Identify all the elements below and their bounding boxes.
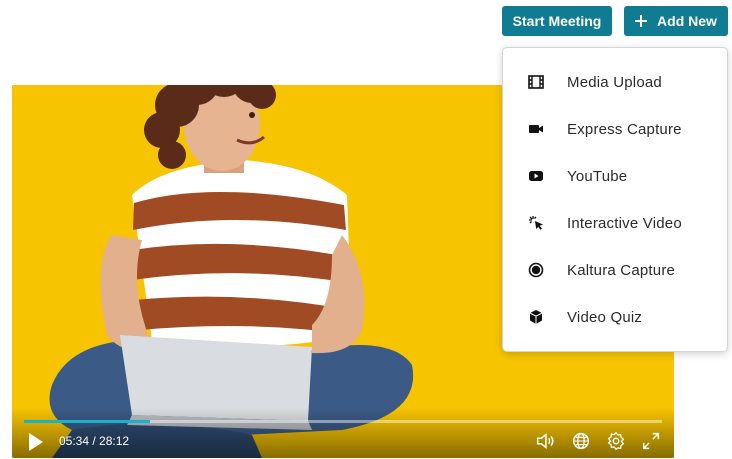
add-new-label: Add New (657, 13, 717, 29)
start-meeting-label: Start Meeting (512, 13, 602, 29)
video-camera-icon (529, 125, 543, 133)
add-new-button[interactable]: Add New (624, 6, 728, 36)
film-icon (528, 75, 544, 89)
progress-bar[interactable] (24, 420, 662, 423)
menu-item-label: Kaltura Capture (567, 261, 676, 279)
menu-item-youtube[interactable]: YouTube (503, 153, 727, 199)
language-icon[interactable] (570, 430, 592, 452)
menu-item-label: Video Quiz (567, 308, 643, 326)
menu-item-kaltura-capture[interactable]: Kaltura Capture (503, 247, 727, 293)
menu-item-label: Media Upload (567, 73, 662, 91)
cursor-click-icon (529, 216, 543, 230)
play-icon[interactable] (29, 433, 43, 451)
start-meeting-button[interactable]: Start Meeting (502, 6, 612, 36)
progress-fill (24, 420, 151, 423)
youtube-icon (529, 171, 543, 181)
record-circle-icon (528, 262, 544, 278)
plus-icon (635, 15, 648, 27)
time-display: 05:34 / 28:12 (59, 434, 130, 448)
menu-item-video-quiz[interactable]: Video Quiz (503, 294, 727, 340)
menu-item-label: Interactive Video (567, 214, 682, 232)
volume-icon[interactable] (534, 430, 556, 452)
menu-item-label: YouTube (567, 167, 628, 185)
menu-item-media-upload[interactable]: Media Upload (503, 59, 727, 105)
menu-item-express-capture[interactable]: Express Capture (503, 106, 727, 152)
menu-item-interactive-video[interactable]: Interactive Video (503, 200, 727, 246)
cube-icon (529, 310, 543, 324)
fullscreen-icon[interactable] (640, 430, 662, 452)
menu-item-label: Express Capture (567, 120, 682, 138)
player-controls: 05:34 / 28:12 (12, 408, 674, 458)
settings-icon[interactable] (605, 430, 627, 452)
add-new-menu: Media Upload Express Capture YouTube Int… (502, 47, 728, 352)
